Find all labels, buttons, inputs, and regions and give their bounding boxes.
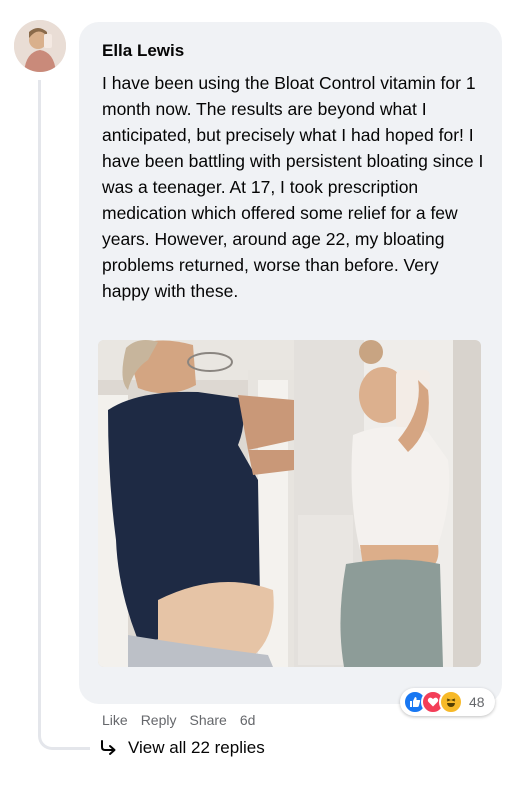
reactions-summary[interactable]: 48 xyxy=(400,688,495,716)
view-replies-label: View all 22 replies xyxy=(128,738,265,757)
comment-actions: Like Reply Share 6d xyxy=(102,712,255,728)
comment-author[interactable]: Ella Lewis xyxy=(102,41,184,61)
comment-thread: Ella Lewis I have been using the Bloat C… xyxy=(0,0,516,786)
view-replies-link[interactable]: View all 22 replies xyxy=(100,738,265,758)
before-after-photo xyxy=(98,340,481,667)
reaction-count: 48 xyxy=(469,694,485,710)
haha-icon xyxy=(439,690,463,714)
comment-text: I have been using the Bloat Control vita… xyxy=(102,73,484,301)
avatar[interactable] xyxy=(14,20,66,72)
reply-arrow-icon xyxy=(101,740,116,755)
comment-timestamp[interactable]: 6d xyxy=(240,712,256,728)
share-action[interactable]: Share xyxy=(189,712,226,728)
like-action[interactable]: Like xyxy=(102,712,128,728)
reply-action[interactable]: Reply xyxy=(141,712,177,728)
avatar-image xyxy=(14,20,66,72)
comment-photo[interactable] xyxy=(98,340,481,667)
